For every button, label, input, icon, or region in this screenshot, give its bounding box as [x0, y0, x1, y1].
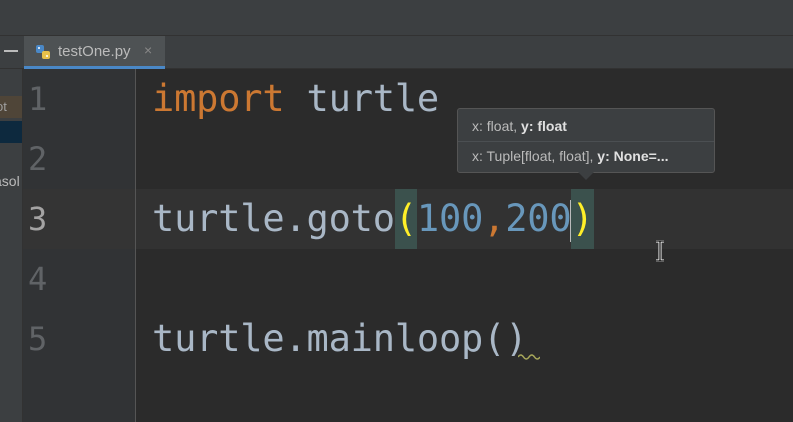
line-number-4[interactable]: 4: [28, 249, 47, 309]
tab-label: testOne.py: [58, 43, 131, 60]
collapse-panel-icon[interactable]: [4, 50, 18, 52]
project-tool-panel: ot asol: [0, 69, 22, 422]
gutter-divider: [135, 69, 136, 422]
popup-pointer: [578, 172, 594, 180]
line-number-3[interactable]: 3: [28, 189, 47, 249]
close-icon[interactable]: ×: [144, 42, 152, 58]
window-top-strip: [0, 0, 793, 36]
signature-row-1[interactable]: x: float, y: float: [472, 111, 567, 142]
selected-tree-item[interactable]: [0, 121, 22, 143]
ibeam-cursor-icon: [656, 240, 664, 262]
hint-chip-label: ot: [0, 99, 7, 114]
line-number-2[interactable]: 2: [28, 129, 47, 189]
signature-2-params: x: Tuple[float, float],: [472, 148, 598, 164]
parameter-info-popup: x: float, y: float x: Tuple[float, float…: [457, 108, 715, 173]
code-line-1[interactable]: import turtle: [152, 69, 439, 129]
arg-comma: ,: [483, 197, 506, 240]
python-file-icon: [36, 45, 50, 59]
hint-chip[interactable]: ot: [0, 96, 22, 118]
line-number-5[interactable]: 5: [28, 309, 47, 369]
close-paren-match: ): [571, 189, 594, 249]
signature-row-2[interactable]: x: Tuple[float, float], y: None=...: [472, 141, 668, 172]
mainloop-call: turtle.mainloop(): [152, 317, 528, 360]
signature-1-current-param: y: float: [521, 118, 567, 134]
goto-call: turtle.goto: [152, 197, 395, 240]
weak-warning-squiggle-icon: [518, 354, 540, 360]
code-line-3[interactable]: turtle.goto(100,200): [152, 189, 594, 249]
import-keyword: import: [152, 77, 285, 120]
line-number-1[interactable]: 1: [28, 69, 47, 129]
arg-100: 100: [416, 197, 484, 240]
module-name: turtle: [306, 77, 440, 120]
open-paren-match: (: [394, 189, 417, 249]
signature-2-current-param: y: None=...: [597, 148, 669, 164]
tree-item-label[interactable]: asol: [0, 173, 20, 189]
code-line-5[interactable]: turtle.mainloop(): [152, 309, 527, 369]
arg-200: 200: [505, 197, 572, 240]
tab-testone-py[interactable]: testOne.py ×: [24, 36, 165, 69]
signature-1-params: x: float,: [472, 118, 522, 134]
